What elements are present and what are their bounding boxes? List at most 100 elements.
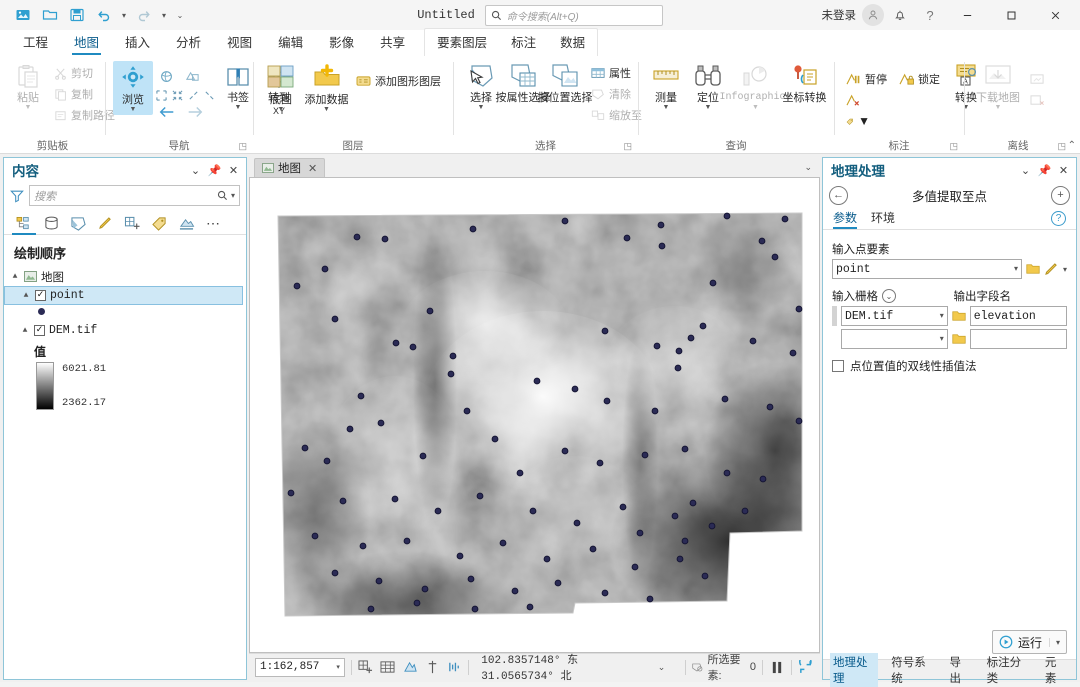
- collapse-ribbon-icon[interactable]: ⌃: [1068, 140, 1076, 151]
- labeling-dialog-launcher-icon[interactable]: ◳: [949, 141, 958, 152]
- browse-folder-icon[interactable]: [1026, 263, 1040, 275]
- navigate-dialog-launcher-icon[interactable]: ◳: [238, 141, 247, 152]
- point-symbol-swatch[interactable]: [38, 308, 45, 315]
- command-search-input[interactable]: 命令搜索(Alt+Q): [484, 4, 663, 26]
- contents-close-icon[interactable]: ✕: [225, 162, 242, 179]
- label-symbol-button[interactable]: ▼: [842, 111, 874, 131]
- tab-environments[interactable]: 环境: [871, 209, 895, 229]
- search-icon[interactable]: [217, 190, 228, 201]
- chevron-down-icon[interactable]: ▾: [1010, 264, 1018, 274]
- geoprocessing-close-icon[interactable]: ✕: [1055, 162, 1072, 179]
- expand-arrow-icon[interactable]: ▲: [10, 272, 20, 281]
- locate-dropdown-icon[interactable]: ▼: [705, 104, 712, 111]
- back-arrow-icon[interactable]: [156, 103, 178, 121]
- select-by-location-button[interactable]: 按位置选择: [538, 61, 593, 106]
- field-name-input-2[interactable]: [969, 329, 1067, 349]
- list-by-diagram-icon[interactable]: [174, 212, 198, 234]
- bottom-tab-element[interactable]: 元素: [1042, 653, 1069, 687]
- tab-feature-layer[interactable]: 要素图层: [425, 29, 499, 56]
- signin-status[interactable]: 未登录: [822, 7, 857, 23]
- input-rasters-expand-icon[interactable]: ⌄: [882, 289, 896, 303]
- tab-analysis[interactable]: 分析: [163, 29, 214, 56]
- redo-icon[interactable]: [131, 3, 157, 27]
- label-symbol-dropdown-icon[interactable]: ▼: [858, 114, 870, 128]
- list-by-selection-icon[interactable]: [66, 212, 90, 234]
- attribute-table-status-icon[interactable]: [380, 658, 396, 677]
- back-button[interactable]: ←: [829, 185, 848, 205]
- add-data-dropdown-icon[interactable]: ▼: [323, 106, 330, 113]
- refresh-icon[interactable]: [798, 658, 814, 677]
- pencil-icon[interactable]: [1044, 262, 1059, 276]
- tab-data[interactable]: 数据: [548, 29, 597, 56]
- chevron-down-icon[interactable]: ▾: [936, 334, 944, 344]
- list-by-data-source-icon[interactable]: [39, 212, 63, 234]
- raster-combo-2[interactable]: ▾: [841, 329, 948, 349]
- tab-project[interactable]: 工程: [10, 29, 61, 56]
- minimize-button[interactable]: [946, 0, 988, 30]
- measure-status-icon[interactable]: [424, 658, 440, 677]
- add-graphics-layer-button[interactable]: 添加图形图层: [352, 71, 445, 91]
- row-drag-handle[interactable]: [832, 329, 837, 349]
- undo-dropdown-icon[interactable]: ▾: [118, 3, 130, 27]
- maximize-button[interactable]: [990, 0, 1032, 30]
- basemap-dropdown-icon[interactable]: ▼: [278, 106, 285, 113]
- chevron-down-icon[interactable]: ▾: [936, 311, 944, 321]
- bookmarks-button[interactable]: 书签 ▼: [218, 61, 258, 113]
- tab-view[interactable]: 视图: [214, 29, 265, 56]
- input-point-features-combo[interactable]: point ▾: [832, 259, 1022, 279]
- selection-dialog-launcher-icon[interactable]: ◳: [623, 141, 632, 152]
- point-layer-checkbox[interactable]: ✓: [35, 290, 46, 301]
- pencil-dropdown-icon[interactable]: ▾: [1063, 265, 1067, 274]
- pause-labeling-button[interactable]: 暂停: [842, 69, 891, 89]
- contents-search-input[interactable]: 搜索 ▾: [29, 185, 240, 206]
- customize-qat-icon[interactable]: ⌄: [171, 3, 189, 27]
- tool-help-icon[interactable]: ?: [1051, 211, 1066, 226]
- add-data-status-icon[interactable]: [358, 658, 374, 677]
- browse-folder-icon[interactable]: [952, 310, 966, 322]
- map-view-tab-menu-icon[interactable]: ⌄: [804, 162, 812, 173]
- tab-parameters[interactable]: 参数: [833, 209, 858, 229]
- dem-layer-checkbox[interactable]: ✓: [34, 325, 45, 336]
- select-button[interactable]: 选择 ▼: [461, 61, 501, 113]
- contents-menu-icon[interactable]: ⌄: [187, 162, 204, 179]
- row-drag-handle[interactable]: [832, 306, 837, 326]
- raster-combo-1[interactable]: DEM.tif ▾: [841, 306, 948, 326]
- download-map-dropdown-icon[interactable]: ▼: [995, 104, 1002, 111]
- explore-button[interactable]: 浏览 ▼: [113, 61, 153, 115]
- contents-more-icon[interactable]: ⋯: [201, 212, 225, 234]
- run-dropdown-icon[interactable]: ▾: [1048, 637, 1060, 647]
- bottom-tab-symbology[interactable]: 符号系统: [888, 653, 936, 687]
- bottom-tab-export[interactable]: 导出: [947, 653, 974, 687]
- map-view-tab-close-icon[interactable]: ✕: [308, 162, 317, 175]
- measure-dropdown-icon[interactable]: ▼: [663, 104, 670, 111]
- browse-folder-icon[interactable]: [952, 333, 966, 345]
- run-button[interactable]: 运行 ▾: [991, 630, 1067, 654]
- avatar[interactable]: [862, 4, 884, 26]
- list-by-drawing-order-icon[interactable]: [12, 212, 36, 234]
- bottom-tab-geoprocessing[interactable]: 地理处理: [830, 652, 879, 687]
- explore-dropdown-icon[interactable]: ▼: [130, 106, 137, 113]
- save-project-icon[interactable]: [64, 3, 90, 27]
- new-project-icon[interactable]: [10, 3, 36, 27]
- field-name-input-1[interactable]: elevation: [969, 306, 1067, 326]
- previous-extent-group-icon[interactable]: [180, 65, 204, 87]
- geoprocessing-menu-icon[interactable]: ⌄: [1017, 162, 1034, 179]
- add-to-model-button[interactable]: +: [1051, 185, 1070, 205]
- open-project-icon[interactable]: [37, 3, 63, 27]
- tab-labeling[interactable]: 标注: [499, 29, 548, 56]
- map-view-tab[interactable]: 地图 ✕: [254, 158, 326, 177]
- tree-item-point[interactable]: ▲ ✓ point: [4, 286, 243, 305]
- coordinates-dropdown-icon[interactable]: ⌄: [658, 662, 666, 673]
- bookmarks-dropdown-icon[interactable]: ▼: [235, 104, 242, 111]
- tab-map[interactable]: 地图: [61, 29, 112, 56]
- zoom-out-fixed-icon[interactable]: [170, 88, 185, 102]
- tab-imagery[interactable]: 影像: [316, 29, 367, 56]
- tab-share[interactable]: 共享: [367, 29, 418, 56]
- next-extent-icon[interactable]: [202, 88, 217, 102]
- select-dropdown-icon[interactable]: ▼: [478, 104, 485, 111]
- undo-icon[interactable]: [91, 3, 117, 27]
- expand-arrow-icon[interactable]: ▲: [21, 291, 31, 300]
- bilinear-checkbox[interactable]: [832, 360, 844, 372]
- paste-button[interactable]: 粘贴 ▼: [8, 61, 48, 113]
- infographics-button[interactable]: Infographics ▼: [719, 61, 791, 113]
